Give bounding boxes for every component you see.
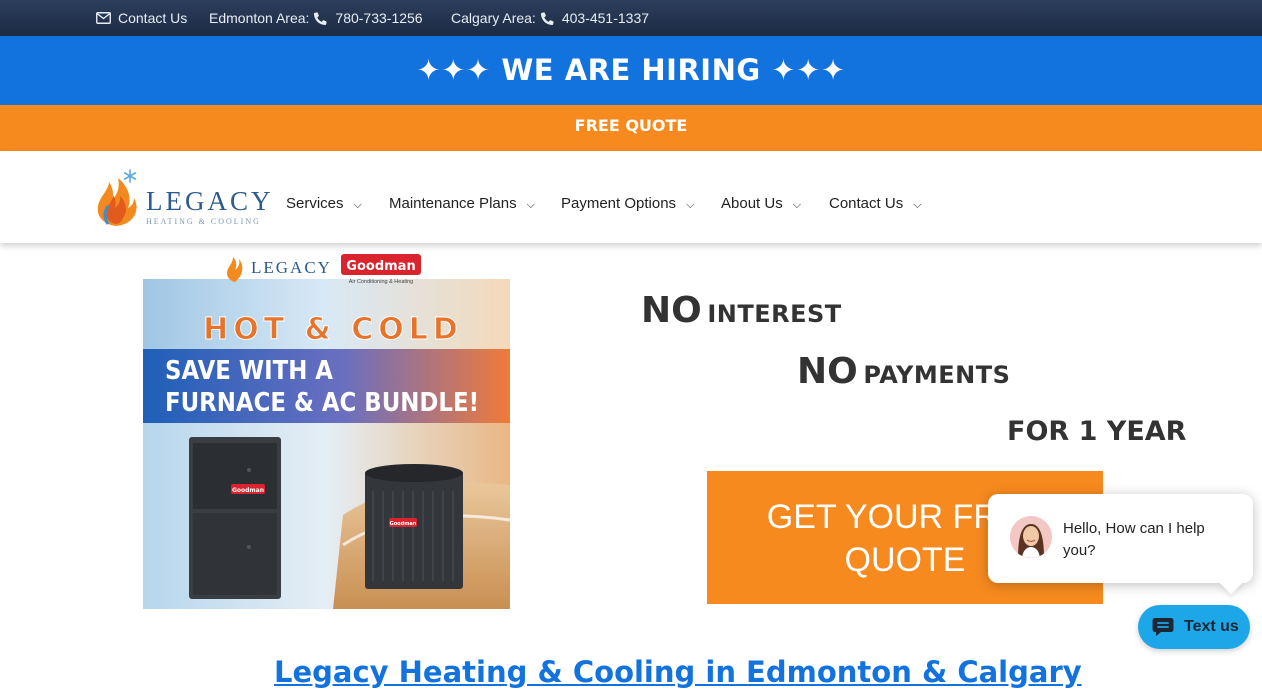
offer-no-2: NO [797,351,858,392]
ac-badge-text: Goodman [390,521,417,527]
chevron-down-icon: ⌵ [353,199,362,211]
offer-interest: INTEREST [707,300,842,328]
phone-icon [540,11,554,25]
chevron-down-icon: ⌵ [526,199,535,211]
nav-about-us[interactable]: About Us ⌵ [721,195,801,212]
offer-no-1: NO [641,290,702,331]
furnace-badge-text: Goodman [232,487,264,494]
promo-goodman-text: Goodman [346,259,415,274]
chevron-down-icon: ⌵ [792,199,802,211]
calgary-area-label: Calgary Area: [451,10,536,26]
envelope-icon [96,12,111,24]
nav-services-label: Services [286,195,344,212]
top-contact-bar: Contact Us Edmonton Area: 780-733-1256 C… [0,0,1262,36]
calgary-phone-number: 403-451-1337 [561,10,650,26]
main-navigation: LEGACY HEATING & COOLING Services ⌵ Maint… [0,151,1262,243]
nav-payment-options[interactable]: Payment Options ⌵ [561,195,694,212]
nav-contact-label: Contact Us [829,195,904,212]
edmonton-phone-number: 780-733-1256 [335,10,423,26]
phone-icon [314,11,328,25]
chat-greeting-text: Hello, How can I help you? [1063,520,1205,559]
promo-subhead-2: FURNACE & AC BUNDLE! [165,388,479,418]
offer-for-1-year: FOR 1 YEAR [1007,416,1187,447]
furnace-ac-bundle-promo-image: LEGACY Goodman Air Conditioning & Heatin… [143,245,510,609]
offer-no-interest: NO INTEREST [641,290,842,331]
top-contact-link[interactable]: Contact Us [96,10,187,26]
nav-payment-label: Payment Options [561,195,677,212]
edmonton-phone[interactable]: Edmonton Area: 780-733-1256 [209,10,423,26]
chevron-down-icon: ⌵ [686,199,695,211]
promo-legacy-text: LEGACY [251,258,332,277]
promo-headline: HOT & COLD [203,312,463,347]
text-us-label: Text us [1184,618,1239,635]
chat-greeting-popup[interactable]: Hello, How can I help you? [988,494,1253,595]
chat-tail [1219,571,1243,595]
edmonton-area-label: Edmonton Area: [209,10,310,26]
text-us-button[interactable]: Text us [1138,605,1250,649]
hiring-banner[interactable]: ✦✦✦ WE ARE HIRING ✦✦✦ [0,36,1262,105]
free-quote-bar[interactable]: FREE QUOTE [0,105,1262,151]
chat-icon [1152,618,1174,636]
nav-services[interactable]: Services ⌵ [286,195,362,212]
nav-about-label: About Us [721,195,783,212]
calgary-phone[interactable]: Calgary Area: 403-451-1337 [451,10,649,26]
offer-no-payments: NO PAYMENTS [797,351,1010,392]
agent-avatar [1010,516,1052,558]
promo-goodman-subtext: Air Conditioning & Heating [349,279,414,285]
contact-us-label: Contact Us [118,10,188,26]
flame-logo-icon [97,169,137,226]
logo-tagline: HEATING & COOLING [146,217,261,226]
logo-wordmark: LEGACY [146,186,274,216]
nav-maintenance-label: Maintenance Plans [389,195,517,212]
section-heading: Legacy Heating & Cooling in Edmonton & C… [274,655,1082,689]
chevron-down-icon: ⌵ [913,199,922,211]
nav-contact-us[interactable]: Contact Us ⌵ [829,195,922,212]
furnace-unit: Goodman [189,437,281,599]
ac-unit: Goodman [365,464,463,589]
nav-maintenance-plans[interactable]: Maintenance Plans ⌵ [389,195,535,212]
site-logo[interactable]: LEGACY HEATING & COOLING [94,168,271,228]
offer-payments: PAYMENTS [863,361,1011,389]
promo-subhead-1: SAVE WITH A [165,356,333,386]
